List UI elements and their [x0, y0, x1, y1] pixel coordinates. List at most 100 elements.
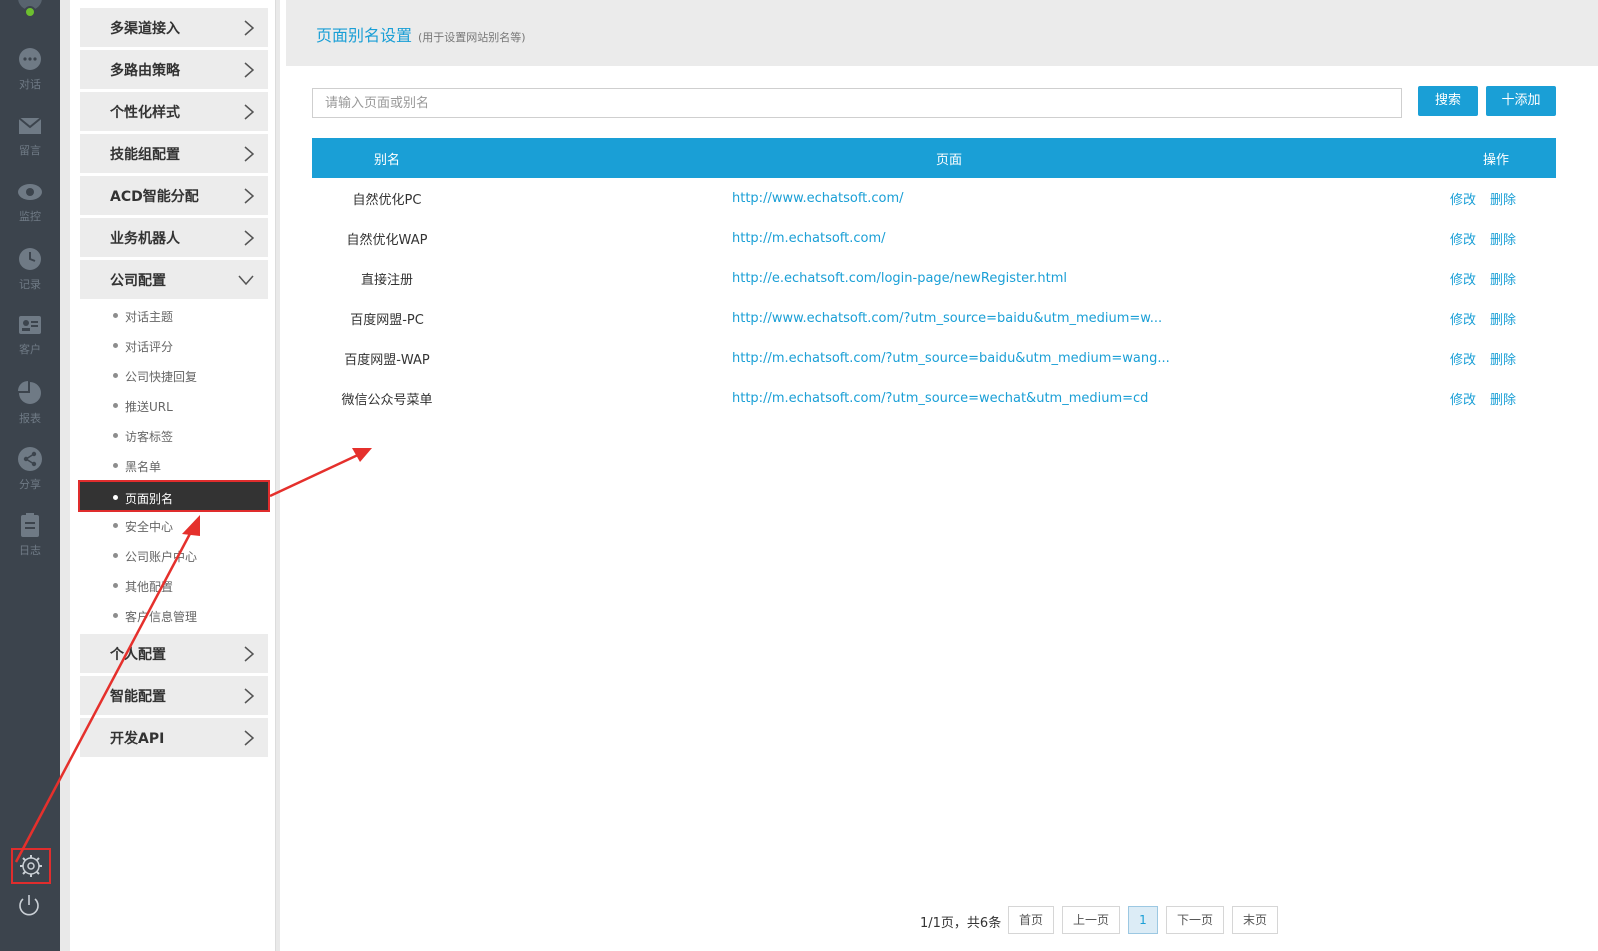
- delete-link[interactable]: 删除: [1490, 273, 1516, 288]
- table-header-row: 别名 页面 操作: [312, 138, 1556, 178]
- menu-group-acd[interactable]: ACD智能分配: [80, 176, 268, 215]
- actions-cell: 修改 删除: [1436, 218, 1556, 258]
- menu-sub-item[interactable]: 安全中心: [80, 512, 268, 540]
- page-link[interactable]: http://m.echatsoft.com/?utm_source=baidu…: [462, 338, 1436, 378]
- search-input[interactable]: [312, 88, 1402, 118]
- menu-sub-label: 安全中心: [125, 520, 174, 534]
- menu-sub-item[interactable]: 其他配置: [80, 572, 268, 600]
- menu-group-style[interactable]: 个性化样式: [80, 92, 268, 131]
- chevron-right-icon: [244, 104, 254, 120]
- page-subtitle: (用于设置网站别名等): [418, 31, 526, 44]
- menu-sub-item[interactable]: 公司快捷回复: [80, 362, 268, 390]
- menu-group-routing[interactable]: 多路由策略: [80, 50, 268, 89]
- chevron-right-icon: [244, 230, 254, 246]
- menu-group-robot[interactable]: 业务机器人: [80, 218, 268, 257]
- delete-link[interactable]: 删除: [1490, 193, 1516, 208]
- menu-sub-label: 公司快捷回复: [125, 370, 198, 384]
- actions-cell: 修改 删除: [1436, 338, 1556, 378]
- menu-sub-label: 访客标签: [125, 430, 174, 444]
- menu-group-company[interactable]: 公司配置: [80, 260, 268, 299]
- clipboard-icon: [21, 513, 39, 537]
- gear-icon: [20, 855, 42, 877]
- main-panel: 页面别名设置 (用于设置网站别名等) 搜索 十添加 别名 页面 操作 自然优化PC…: [286, 0, 1598, 951]
- menu-group-label: ACD智能分配: [110, 189, 199, 205]
- column-header-alias: 别名: [312, 138, 462, 178]
- menu-sub-item-page-alias[interactable]: 页面别名: [78, 480, 270, 512]
- rail-item-chat[interactable]: 对话: [0, 46, 60, 106]
- menu-group-label: 业务机器人: [110, 231, 180, 247]
- edit-link[interactable]: 修改: [1450, 233, 1476, 248]
- rail-label: 监控: [19, 210, 41, 223]
- bullet-icon: [113, 523, 118, 528]
- edit-link[interactable]: 修改: [1450, 273, 1476, 288]
- settings-button[interactable]: [11, 848, 51, 884]
- page-title: 页面别名设置 (用于设置网站别名等): [316, 22, 526, 46]
- rail-item-monitor[interactable]: 监控: [0, 180, 60, 240]
- alias-cell: 百度网盟-WAP: [344, 352, 430, 368]
- edit-link[interactable]: 修改: [1450, 353, 1476, 368]
- add-button[interactable]: 十添加: [1486, 86, 1556, 116]
- prev-page-button[interactable]: 上一页: [1062, 906, 1120, 934]
- column-header-page: 页面: [462, 138, 1436, 178]
- rail-label: 留言: [19, 144, 41, 157]
- delete-link[interactable]: 删除: [1490, 313, 1516, 328]
- delete-link[interactable]: 删除: [1490, 353, 1516, 368]
- actions-cell: 修改 删除: [1436, 178, 1556, 218]
- edit-link[interactable]: 修改: [1450, 193, 1476, 208]
- rail-label: 日志: [19, 544, 41, 557]
- edit-link[interactable]: 修改: [1450, 313, 1476, 328]
- current-page-button[interactable]: 1: [1128, 906, 1158, 934]
- menu-group-multichannel[interactable]: 多渠道接入: [80, 8, 268, 47]
- next-page-button[interactable]: 下一页: [1166, 906, 1224, 934]
- menu-group-label: 个性化样式: [110, 105, 180, 121]
- rail-label: 客户: [19, 343, 41, 356]
- menu-group-label: 智能配置: [110, 689, 166, 705]
- rail-item-logs[interactable]: 日志: [0, 512, 60, 572]
- page-link[interactable]: http://e.echatsoft.com/login-page/newReg…: [462, 258, 1436, 298]
- menu-sub-item[interactable]: 推送URL: [80, 392, 268, 420]
- menu-sub-item[interactable]: 黑名单: [80, 452, 268, 480]
- menu-group-skills[interactable]: 技能组配置: [80, 134, 268, 173]
- menu-sub-item[interactable]: 客户信息管理: [80, 602, 268, 630]
- menu-sub-label: 其他配置: [125, 580, 174, 594]
- menu-sub-item[interactable]: 访客标签: [80, 422, 268, 450]
- rail-item-records[interactable]: 记录: [0, 246, 60, 306]
- envelope-icon: [18, 117, 42, 134]
- rail-item-message[interactable]: 留言: [0, 114, 60, 174]
- rail-item-reports[interactable]: 报表: [0, 380, 60, 440]
- edit-link[interactable]: 修改: [1450, 393, 1476, 408]
- power-button[interactable]: [14, 890, 46, 922]
- actions-cell: 修改 删除: [1436, 258, 1556, 298]
- rail-item-share[interactable]: 分享: [0, 446, 60, 506]
- page-link[interactable]: http://www.echatsoft.com/?utm_source=bai…: [462, 298, 1436, 338]
- online-status-icon: [24, 6, 36, 18]
- menu-sub-label: 公司账户中心: [125, 550, 198, 564]
- rail-item-customers[interactable]: 客户: [0, 313, 60, 373]
- page-title-text: 页面别名设置: [316, 26, 413, 45]
- menu-sub-item[interactable]: 对话评分: [80, 332, 268, 360]
- menu-group-smart[interactable]: 智能配置: [80, 676, 268, 715]
- clock-icon: [19, 248, 41, 270]
- page-link[interactable]: http://www.echatsoft.com/: [462, 178, 1436, 218]
- contact-card-icon: [19, 316, 41, 334]
- menu-sub-item[interactable]: 对话主题: [80, 302, 268, 330]
- menu-group-label: 个人配置: [110, 647, 166, 663]
- menu-group-api[interactable]: 开发API: [80, 718, 268, 757]
- actions-cell: 修改 删除: [1436, 378, 1556, 418]
- menu-group-label: 公司配置: [110, 273, 166, 289]
- delete-link[interactable]: 删除: [1490, 233, 1516, 248]
- page-link[interactable]: http://m.echatsoft.com/?utm_source=wecha…: [462, 378, 1436, 418]
- search-button[interactable]: 搜索: [1418, 86, 1478, 116]
- first-page-button[interactable]: 首页: [1008, 906, 1054, 934]
- alias-cell: 百度网盟-PC: [350, 312, 424, 328]
- menu-sub-label: 对话主题: [125, 310, 174, 324]
- last-page-button[interactable]: 末页: [1232, 906, 1278, 934]
- left-nav-rail: 对话 留言 监控 记录 客户 报表 分享 日志: [0, 0, 60, 951]
- menu-sub-item[interactable]: 公司账户中心: [80, 542, 268, 570]
- chevron-right-icon: [244, 62, 254, 78]
- page-link[interactable]: http://m.echatsoft.com/: [462, 218, 1436, 258]
- bullet-icon: [113, 553, 118, 558]
- delete-link[interactable]: 删除: [1490, 393, 1516, 408]
- menu-group-label: 多路由策略: [110, 63, 180, 79]
- menu-group-personal[interactable]: 个人配置: [80, 634, 268, 673]
